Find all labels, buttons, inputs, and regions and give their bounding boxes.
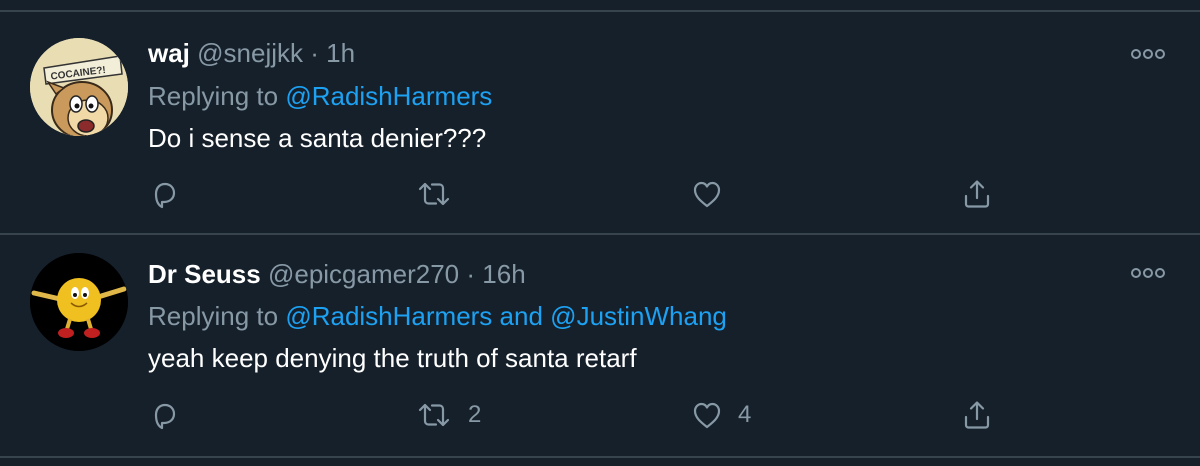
more-options-button[interactable] [1128, 263, 1168, 283]
mention-joiner: and [499, 301, 543, 331]
user-handle[interactable]: @snejjkk [197, 38, 303, 68]
replying-to: Replying to @RadishHarmers and @JustinWh… [148, 301, 727, 331]
tweet-header: waj @snejjkk · 1h [148, 38, 355, 68]
mention-link[interactable]: @RadishHarmers [285, 301, 492, 331]
like-button[interactable]: 4 [690, 395, 751, 435]
tweet-text: yeah keep denying the truth of santa ret… [148, 343, 637, 373]
divider [0, 456, 1200, 458]
like-button[interactable] [690, 174, 738, 214]
share-icon [964, 180, 990, 208]
avatar-image: COCAINE?! [30, 38, 128, 136]
heart-icon [693, 181, 721, 208]
share-icon [964, 401, 990, 429]
retweet-icon [418, 403, 450, 427]
more-options-icon [1131, 268, 1165, 278]
avatar[interactable] [30, 253, 128, 351]
tweet[interactable]: Dr Seuss @epicgamer270 · 16h Replying to… [0, 235, 1200, 455]
like-count: 4 [738, 401, 752, 428]
avatar-image [30, 253, 128, 351]
retweet-icon [418, 182, 450, 206]
tweet-header: Dr Seuss @epicgamer270 · 16h [148, 259, 526, 289]
mention-link[interactable]: @JustinWhang [550, 301, 727, 331]
tweet-text: Do i sense a santa denier??? [148, 123, 487, 153]
user-handle[interactable]: @epicgamer270 [268, 259, 459, 289]
avatar[interactable]: COCAINE?! [30, 38, 128, 136]
reply-icon [154, 403, 176, 430]
reply-button[interactable] [148, 395, 182, 435]
retweet-count: 2 [468, 401, 482, 428]
display-name[interactable]: waj [148, 38, 190, 68]
tweet[interactable]: COCAINE?! waj @snejjkk · 1h Replying to … [0, 12, 1200, 234]
more-options-button[interactable] [1128, 44, 1168, 64]
timestamp[interactable]: 1h [326, 38, 355, 68]
retweet-button[interactable]: 2 [414, 395, 481, 435]
replying-prefix: Replying to [148, 81, 279, 111]
share-button[interactable] [960, 395, 994, 435]
more-options-icon [1131, 49, 1165, 59]
mention-link[interactable]: @RadishHarmers [285, 81, 492, 111]
separator-dot: · [466, 259, 476, 289]
reply-icon [154, 182, 176, 209]
reply-button[interactable] [148, 174, 182, 214]
retweet-button[interactable] [414, 174, 468, 214]
replying-prefix: Replying to [148, 301, 279, 331]
replying-to: Replying to @RadishHarmers [148, 81, 492, 111]
display-name[interactable]: Dr Seuss [148, 259, 261, 289]
heart-icon [693, 402, 721, 429]
separator-dot: · [310, 38, 319, 68]
share-button[interactable] [960, 174, 994, 214]
reply-feed: COCAINE?! waj @snejjkk · 1h Replying to … [0, 0, 1200, 466]
timestamp[interactable]: 16h [482, 259, 525, 289]
